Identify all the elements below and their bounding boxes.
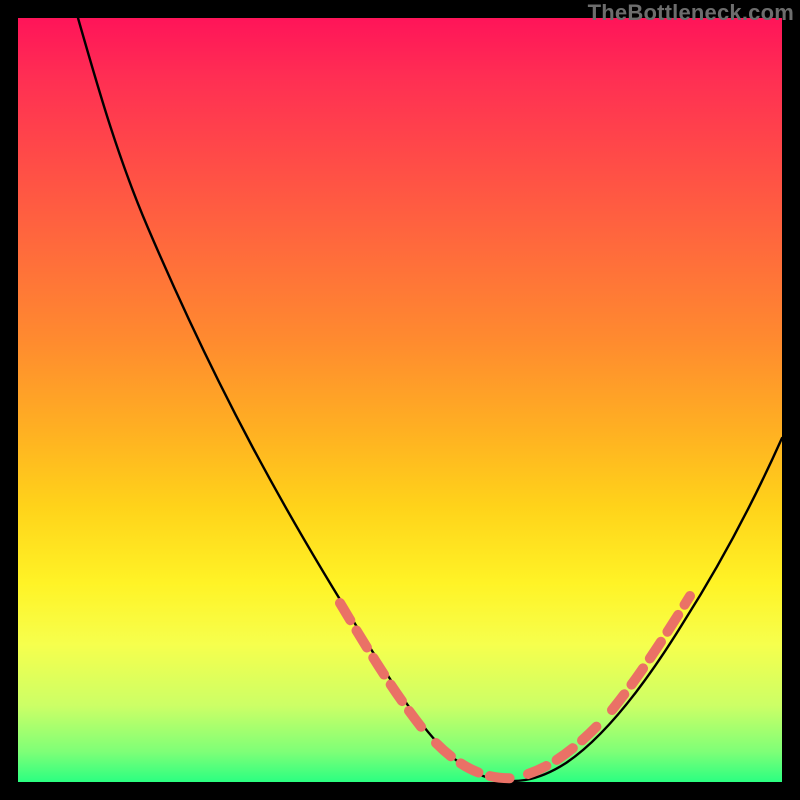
lowlight-seg-4 xyxy=(612,596,690,710)
chart-frame xyxy=(18,18,782,782)
lowlight-seg-1 xyxy=(340,603,426,733)
lowlight-seg-3 xyxy=(528,723,600,774)
curve-path xyxy=(78,18,782,781)
lowlight-band-group xyxy=(340,596,690,778)
bottleneck-curve xyxy=(18,18,782,782)
watermark-text: TheBottleneck.com xyxy=(588,0,794,26)
lowlight-seg-2 xyxy=(436,743,516,778)
